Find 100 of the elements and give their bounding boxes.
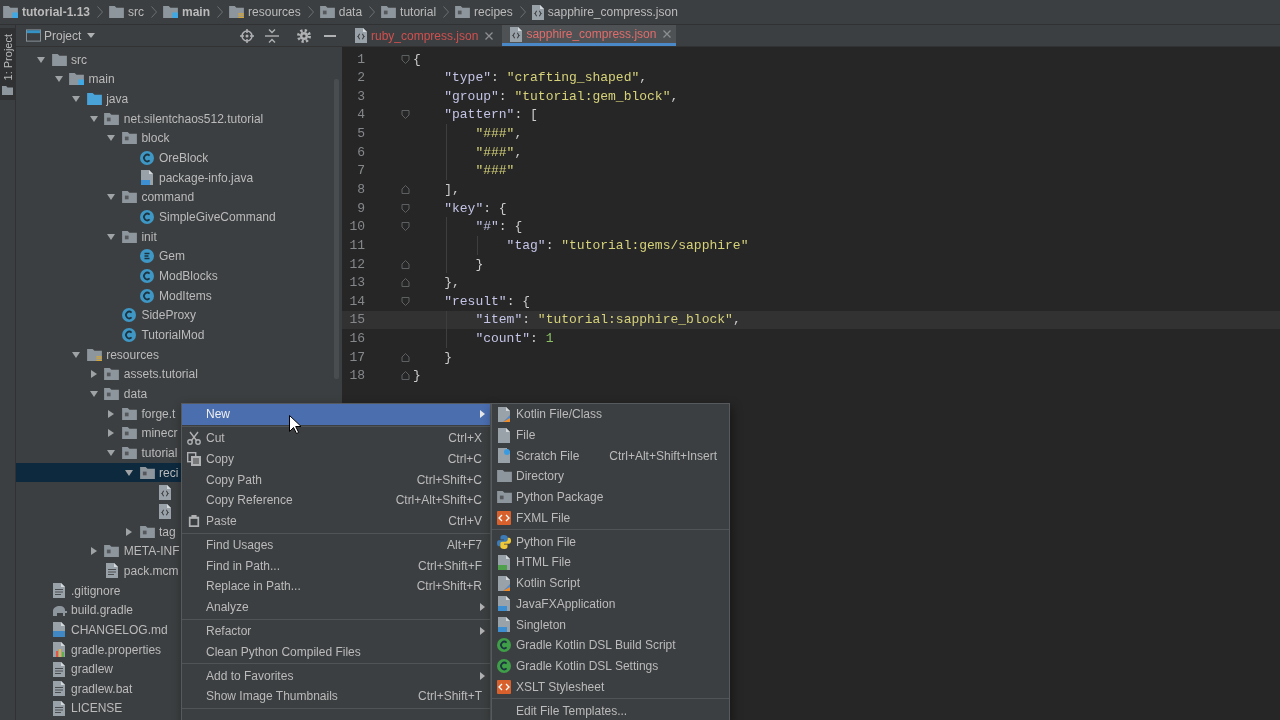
tree-item-label[interactable]: package-info.java (159, 170, 254, 185)
collapse-all-icon[interactable] (265, 28, 279, 43)
menu-item[interactable]: Show Image Thumbnails Ctrl+Shift+T (182, 686, 490, 707)
tree-item-label[interactable]: OreBlock (159, 151, 209, 166)
tree-item-label[interactable]: gradle.properties (71, 642, 162, 657)
disclosure-triangle-icon[interactable] (37, 56, 45, 63)
tree-item-label[interactable]: CHANGELOG.md (71, 622, 168, 637)
breadcrumb-item[interactable]: main (182, 5, 211, 19)
menu-item[interactable]: Copy Ctrl+C (182, 448, 490, 470)
fold-marker-icon[interactable] (401, 54, 410, 64)
disclosure-triangle-icon[interactable] (72, 96, 81, 103)
tree-item-label[interactable]: gradlew.bat (71, 681, 133, 696)
menu-item[interactable]: Gradle Kotlin DSL Settings (492, 655, 729, 677)
menu-item[interactable]: Scratch File Ctrl+Alt+Shift+Insert (492, 445, 729, 467)
menu-item[interactable]: Singleton (492, 614, 729, 635)
tree-item-label[interactable]: .gitignore (71, 583, 121, 598)
menu-item[interactable]: Replace in Path... Ctrl+Shift+R (182, 576, 490, 597)
menu-item[interactable]: Find in Path... Ctrl+Shift+F (182, 555, 490, 577)
menu-item[interactable]: XSLT Stylesheet (492, 676, 729, 697)
disclosure-triangle-icon[interactable] (107, 233, 116, 240)
tree-item-label[interactable]: SimpleGiveCommand (159, 210, 276, 225)
menu-item[interactable]: FXML File (492, 507, 729, 529)
fold-marker-icon[interactable] (401, 222, 410, 232)
disclosure-triangle-icon[interactable] (90, 547, 97, 556)
menu-item[interactable]: Refactor (182, 620, 490, 642)
menu-item[interactable]: Analyze (182, 596, 490, 618)
disclosure-triangle-icon[interactable] (72, 351, 81, 358)
breadcrumb-item[interactable]: resources (248, 5, 301, 19)
tree-item-label[interactable]: tag (159, 524, 176, 539)
tree-item-label[interactable]: ModItems (159, 288, 212, 303)
tree-item-label[interactable]: forge.t (141, 406, 176, 421)
fold-marker-icon[interactable] (401, 259, 410, 269)
tree-item-label[interactable]: init (141, 229, 157, 244)
tree-item-label[interactable]: net.silentchaos512.tutorial (123, 111, 264, 126)
disclosure-triangle-icon[interactable] (125, 469, 133, 476)
menu-item[interactable]: HTML File (492, 552, 729, 573)
tree-item-label[interactable]: java (106, 92, 129, 107)
tree-item-label[interactable]: minecr (141, 426, 178, 441)
gear-icon[interactable] (297, 28, 311, 43)
disclosure-triangle-icon[interactable] (90, 370, 97, 379)
menu-item[interactable]: Gradle Kotlin DSL Build Script (492, 634, 729, 656)
fold-marker-icon[interactable] (401, 296, 410, 306)
menu-item[interactable]: Edit File Templates... (492, 700, 729, 720)
disclosure-triangle-icon[interactable] (89, 391, 98, 397)
menu-item[interactable]: Python File (492, 531, 729, 553)
menu-item[interactable]: Add to Favorites (182, 665, 490, 687)
tree-item-label[interactable]: TutorialMod (141, 328, 205, 342)
breadcrumb-item[interactable]: tutorial (400, 5, 437, 19)
tree-item-label[interactable]: block (141, 131, 170, 146)
disclosure-triangle-icon[interactable] (107, 135, 116, 142)
menu-item[interactable]: Clean Python Compiled Files (182, 641, 490, 663)
fold-marker-icon[interactable] (401, 185, 410, 194)
close-icon[interactable] (663, 30, 672, 38)
tree-item-label[interactable]: command (141, 190, 195, 205)
tree-item-label[interactable]: build.gradle (71, 603, 134, 618)
menu-item[interactable]: Copy Reference Ctrl+Alt+Shift+C (182, 490, 490, 511)
breadcrumb-item[interactable]: recipes (474, 5, 513, 19)
tree-item-label[interactable]: Gem (159, 249, 185, 264)
menu-item[interactable]: JavaFXApplication (492, 593, 729, 615)
tree-item-label[interactable]: SideProxy (141, 308, 197, 323)
menu-item[interactable]: Kotlin Script (492, 572, 729, 594)
menu-item[interactable]: File (492, 424, 729, 446)
tree-item-label[interactable]: reci (159, 465, 179, 480)
crosshair-icon[interactable] (240, 28, 254, 43)
fold-marker-icon[interactable] (401, 352, 410, 362)
breadcrumb-item[interactable]: src (128, 5, 144, 19)
menu-item[interactable]: Kotlin File/Class (492, 404, 729, 425)
view-selector[interactable]: Project (44, 28, 96, 43)
fold-marker-icon[interactable] (401, 278, 410, 288)
minimize-icon[interactable] (324, 34, 336, 37)
tree-item-label[interactable]: resources (106, 347, 159, 362)
disclosure-triangle-icon[interactable] (107, 449, 116, 456)
tree-item-label[interactable]: pack.mcm (123, 563, 179, 578)
tree-item-label[interactable]: src (71, 52, 87, 67)
tree-item-label[interactable]: data (123, 387, 148, 401)
disclosure-triangle-icon[interactable] (89, 115, 98, 122)
disclosure-triangle-icon[interactable] (108, 409, 115, 418)
menu-item[interactable]: Directory (492, 466, 729, 487)
fold-marker-icon[interactable] (401, 371, 410, 381)
tree-item-label[interactable]: tutorial (141, 445, 178, 460)
menu-item[interactable]: Cut Ctrl+X (182, 427, 490, 449)
project-tool-tab[interactable]: 1: Project (0, 28, 15, 101)
disclosure-triangle-icon[interactable] (126, 527, 132, 536)
tree-item-label[interactable]: META-INF (123, 544, 180, 559)
menu-item[interactable]: New (182, 404, 490, 425)
tree-item-label[interactable]: gradlew (71, 662, 114, 677)
menu-item[interactable]: Python Package (492, 486, 729, 508)
disclosure-triangle-icon[interactable] (108, 429, 115, 438)
menu-item[interactable]: Paste Ctrl+V (182, 510, 490, 532)
tree-item-label[interactable]: ModBlocks (159, 269, 218, 284)
menu-item[interactable]: Copy Path Ctrl+Shift+C (182, 469, 490, 491)
tree-item-label[interactable]: main (88, 72, 115, 87)
fold-marker-icon[interactable] (401, 203, 410, 213)
menu-item[interactable]: Find Usages Alt+F7 (182, 534, 490, 556)
disclosure-triangle-icon[interactable] (54, 76, 63, 83)
tree-item-label[interactable]: assets.tutorial (123, 367, 198, 382)
breadcrumb-item[interactable]: data (338, 5, 363, 19)
close-icon[interactable] (485, 31, 494, 40)
tree-item-label[interactable]: LICENSE (71, 701, 123, 716)
fold-marker-icon[interactable] (401, 110, 410, 120)
